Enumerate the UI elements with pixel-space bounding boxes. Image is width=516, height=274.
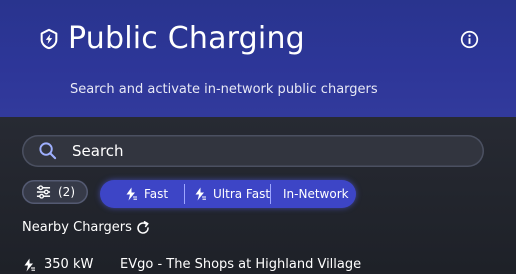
chip-in-network-label: In-Network: [283, 187, 349, 201]
sliders-icon: [36, 185, 51, 199]
charger-type-filters: Fast Ultra Fast In-Network: [100, 180, 356, 208]
refresh-icon[interactable]: [136, 221, 150, 235]
chip-ultra-fast-label: Ultra Fast: [213, 187, 271, 201]
chip-in-network[interactable]: In-Network: [271, 180, 356, 208]
search-placeholder: Search: [72, 142, 124, 160]
charger-list-item[interactable]: 350 kW EVgo - The Shops at Highland Vill…: [22, 256, 516, 274]
filter-count: (2): [58, 185, 75, 199]
badge-lightning-icon: [40, 28, 58, 50]
header: Public Charging Search and activate in-n…: [0, 0, 516, 117]
page-title: Public Charging: [68, 21, 305, 56]
charger-power: 350 kW: [44, 257, 94, 272]
page-subtitle: Search and activate in-network public ch…: [70, 82, 378, 97]
search-icon: [39, 142, 57, 160]
search-input[interactable]: Search: [22, 135, 484, 167]
nearby-chargers-heading: Nearby Chargers: [22, 220, 132, 235]
chip-fast[interactable]: Fast: [100, 180, 184, 208]
info-icon[interactable]: [460, 30, 479, 49]
charger-name: EVgo - The Shops at Highland Village: [120, 257, 362, 272]
bolt-icon: [24, 258, 35, 272]
bolt-icon: [126, 187, 137, 201]
filters-button[interactable]: (2): [22, 180, 88, 204]
chip-ultra-fast[interactable]: Ultra Fast: [185, 180, 270, 208]
bolt-icon: [195, 187, 206, 201]
chip-fast-label: Fast: [144, 187, 169, 201]
